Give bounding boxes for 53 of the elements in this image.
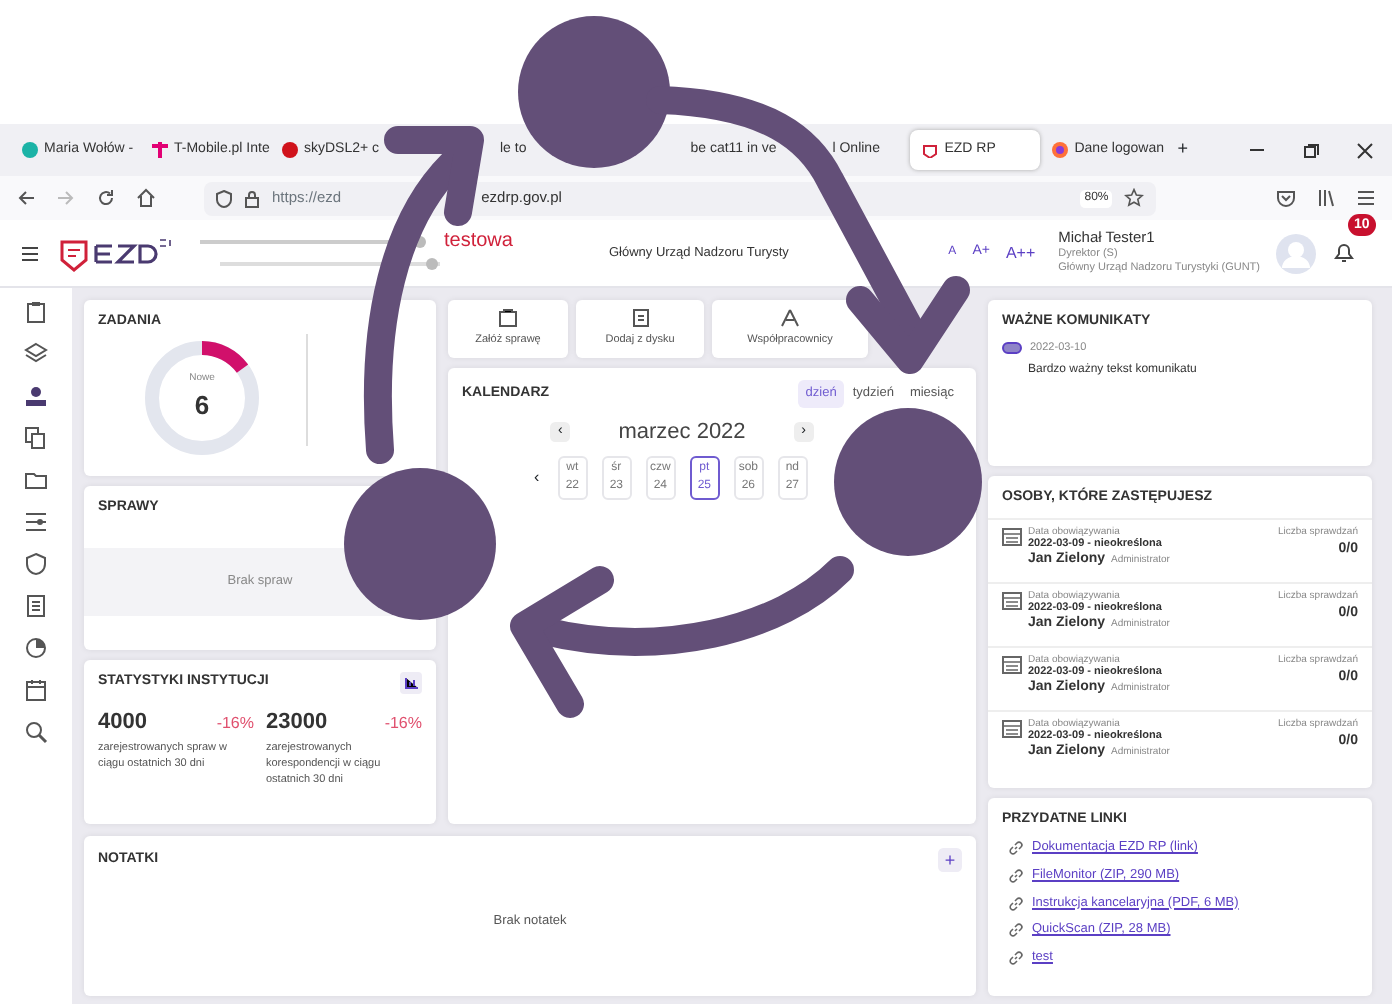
pie-chart-icon[interactable] [24, 636, 48, 660]
link-icon [1008, 867, 1024, 884]
site-icon [152, 142, 168, 158]
donut-value: 6 [192, 387, 212, 423]
add-note-button[interactable]: + [938, 848, 962, 872]
calendar-icon[interactable] [24, 678, 48, 702]
version-label: testowa [444, 228, 513, 256]
menu-icon[interactable] [20, 243, 40, 263]
stat-change: -16% [216, 712, 254, 736]
calendar-icon [1002, 525, 1022, 546]
restore-icon[interactable] [1302, 141, 1320, 159]
link-icon [1008, 840, 1024, 856]
shield-icon[interactable] [24, 552, 48, 576]
shield-icon [216, 189, 232, 207]
link-icon [1008, 922, 1024, 939]
search-icon[interactable] [24, 720, 48, 744]
calendar-icon [1002, 589, 1022, 610]
font-size-button[interactable]: A++ [1005, 241, 1036, 265]
home-icon[interactable] [136, 188, 156, 208]
layers-icon[interactable] [24, 342, 48, 366]
stat-value: 23000 [266, 708, 328, 738]
reload-icon[interactable] [96, 188, 116, 208]
folder-icon[interactable] [24, 468, 48, 492]
stat-value: 4000 [98, 708, 147, 738]
close-icon[interactable] [1356, 141, 1374, 159]
menu-icon[interactable] [1356, 188, 1376, 208]
case-icon [498, 308, 518, 329]
link-icon [1008, 895, 1024, 911]
bar-chart-icon[interactable] [400, 672, 422, 694]
pocket-icon[interactable] [1276, 188, 1296, 208]
lock-icon [244, 189, 260, 207]
nav-arrow-button[interactable]: ‹ [534, 466, 540, 491]
pill-icon [1002, 342, 1022, 355]
new-tab-button[interactable]: + [1177, 136, 1188, 164]
document-icon[interactable] [24, 594, 48, 618]
donut-chart [142, 337, 262, 457]
calendar-icon [1002, 653, 1022, 674]
site-icon [282, 142, 298, 158]
file-icon [630, 308, 650, 329]
month-title: marzec 2022 [618, 417, 746, 448]
user-icon[interactable] [24, 384, 48, 408]
link-icon [1008, 950, 1024, 966]
calendar-icon [1002, 717, 1022, 738]
bell-icon[interactable] [1332, 240, 1356, 265]
back-icon[interactable] [16, 188, 36, 208]
site-icon [22, 142, 38, 158]
app-logo-icon [922, 142, 939, 158]
star-icon[interactable] [1124, 188, 1144, 208]
stat-change: -16% [384, 712, 422, 736]
documents-icon[interactable] [24, 426, 48, 450]
library-icon[interactable] [1316, 188, 1336, 208]
browser-logo-icon [1052, 142, 1069, 158]
clipboard-icon[interactable] [24, 300, 48, 324]
